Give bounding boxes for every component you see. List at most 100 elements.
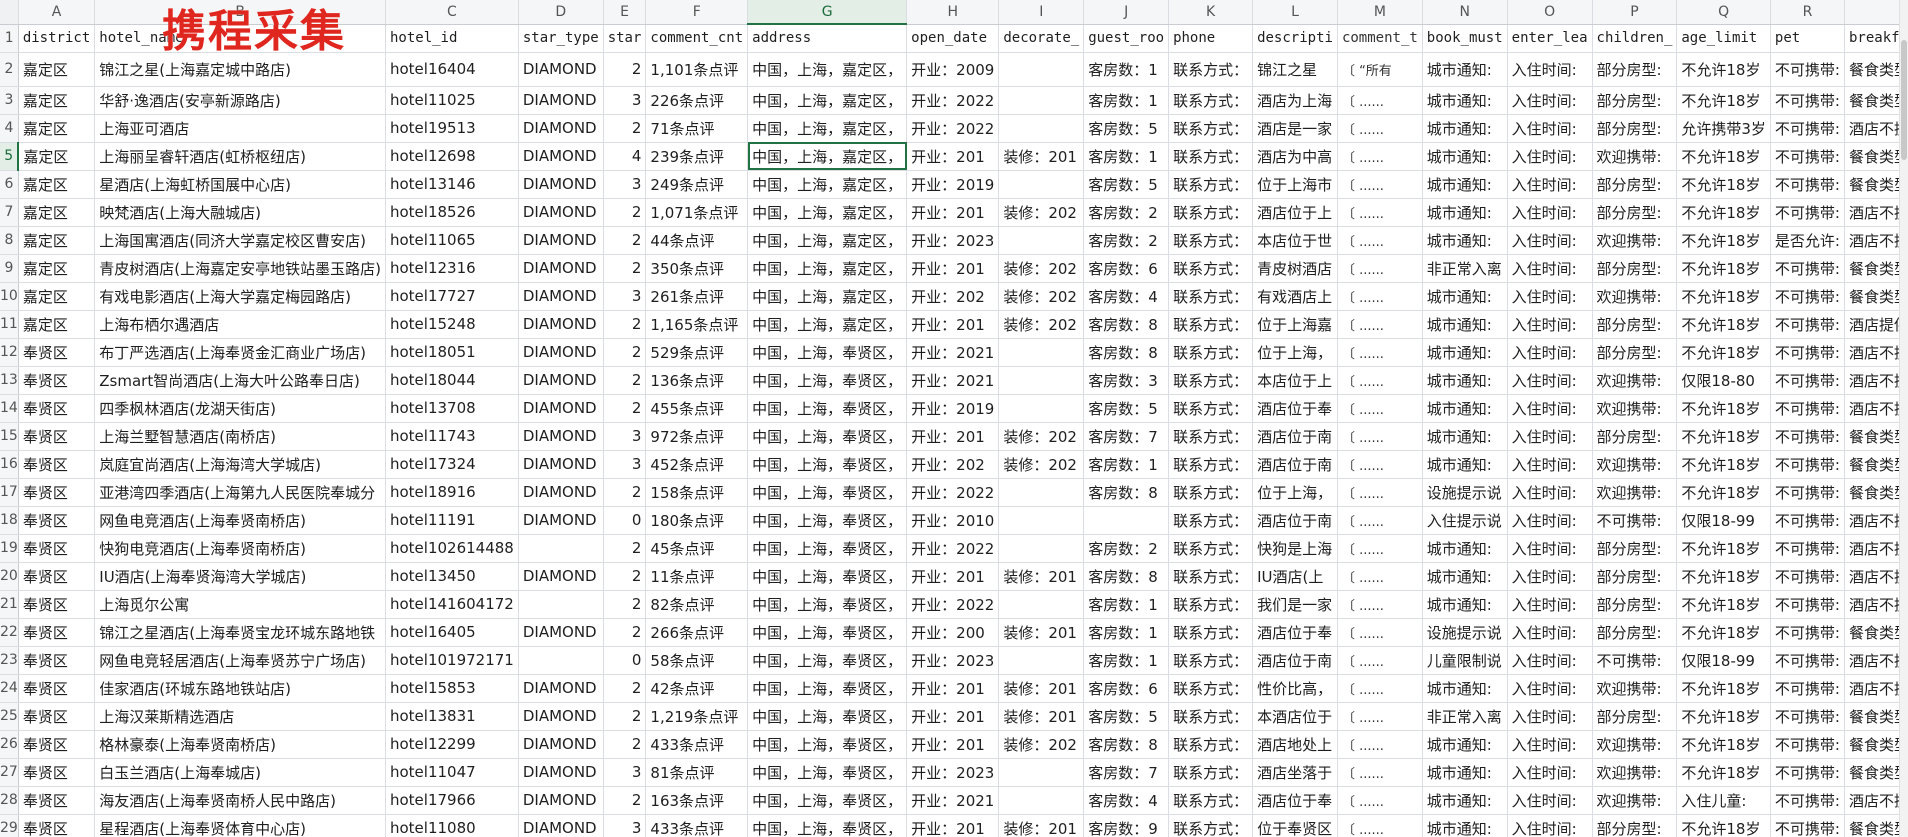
cell-O19[interactable]: 入住时间: xyxy=(1507,534,1593,563)
cell-P16[interactable]: 欢迎携带: xyxy=(1592,450,1678,479)
cell-H22[interactable]: 开业：200 xyxy=(906,618,1000,647)
cell-F12[interactable]: 529条点评 xyxy=(645,338,749,367)
cell-N10[interactable]: 城市通知: xyxy=(1422,282,1508,311)
cell-E26[interactable]: 2 xyxy=(603,730,647,759)
cell-B22[interactable]: 锦江之星酒店(上海奉贤宝龙环城东路地铁 xyxy=(94,618,386,647)
cell-A5[interactable]: 嘉定区 xyxy=(18,142,96,171)
cell-L15[interactable]: 酒店位于南 xyxy=(1252,422,1338,451)
cell-G9[interactable]: 中国，上海，嘉定区， xyxy=(747,254,908,283)
cell-N27[interactable]: 城市通知: xyxy=(1422,758,1508,787)
cell-B2[interactable]: 锦江之星(上海嘉定城中路店) xyxy=(94,52,386,87)
cell-O17[interactable]: 入住时间: xyxy=(1507,478,1593,507)
cell-O1[interactable]: enter_lea xyxy=(1507,24,1593,53)
cell-O15[interactable]: 入住时间: xyxy=(1507,422,1593,451)
cell-H7[interactable]: 开业：201 xyxy=(906,198,1000,227)
cell-A24[interactable]: 奉贤区 xyxy=(18,674,96,703)
cell-L1[interactable]: descripti xyxy=(1252,24,1338,53)
cell-B14[interactable]: 四季枫林酒店(龙湖天街店) xyxy=(94,394,386,423)
cell-I24[interactable]: 装修：201 xyxy=(998,674,1085,703)
cell-R1[interactable]: pet xyxy=(1770,24,1845,53)
cell-H11[interactable]: 开业：201 xyxy=(906,310,1000,339)
cell-J16[interactable]: 客房数：1 xyxy=(1083,450,1170,479)
cell-M15[interactable]: 〔 ...... xyxy=(1337,422,1423,451)
cell-K24[interactable]: 联系方式： xyxy=(1168,674,1254,703)
cell-R19[interactable]: 不可携带: xyxy=(1770,534,1845,563)
cell-Q21[interactable]: 不允许18岁 xyxy=(1676,590,1771,619)
select-all-corner[interactable] xyxy=(0,0,19,25)
column-header-N[interactable]: N xyxy=(1422,0,1508,25)
cell-O23[interactable]: 入住时间: xyxy=(1507,646,1593,675)
cell-C14[interactable]: hotel13708 xyxy=(385,394,519,423)
cell-O6[interactable]: 入住时间: xyxy=(1507,170,1593,199)
cell-Q28[interactable]: 入住儿童: xyxy=(1676,786,1771,815)
cell-G10[interactable]: 中国，上海，嘉定区， xyxy=(747,282,908,311)
cell-P24[interactable]: 欢迎携带: xyxy=(1592,674,1678,703)
cell-E11[interactable]: 2 xyxy=(603,310,647,339)
cell-L2[interactable]: 锦江之星 xyxy=(1252,52,1338,87)
cell-N25[interactable]: 非正常入离 xyxy=(1422,702,1508,731)
cell-Q10[interactable]: 不允许18岁 xyxy=(1676,282,1771,311)
cell-R29[interactable]: 不可携带: xyxy=(1770,814,1845,837)
cell-H4[interactable]: 开业：2022 xyxy=(906,114,1000,143)
row-header[interactable]: 8 xyxy=(0,226,19,255)
cell-D8[interactable]: DIAMOND xyxy=(518,226,604,255)
cell-L16[interactable]: 酒店位于南 xyxy=(1252,450,1338,479)
cell-Q14[interactable]: 不允许18岁 xyxy=(1676,394,1771,423)
cell-G2[interactable]: 中国，上海，嘉定区， xyxy=(747,52,908,87)
cell-D22[interactable]: DIAMOND xyxy=(518,618,604,647)
cell-M4[interactable]: 〔 ...... xyxy=(1337,114,1423,143)
cell-K12[interactable]: 联系方式： xyxy=(1168,338,1254,367)
cell-R17[interactable]: 不可携带: xyxy=(1770,478,1845,507)
cell-G28[interactable]: 中国，上海，奉贤区， xyxy=(747,786,908,815)
cell-N17[interactable]: 设施提示说 xyxy=(1422,478,1508,507)
cell-M8[interactable]: 〔 ...... xyxy=(1337,226,1423,255)
cell-E22[interactable]: 2 xyxy=(603,618,647,647)
cell-D17[interactable]: DIAMOND xyxy=(518,478,604,507)
cell-D28[interactable]: DIAMOND xyxy=(518,786,604,815)
cell-G14[interactable]: 中国，上海，奉贤区， xyxy=(747,394,908,423)
cell-K6[interactable]: 联系方式： xyxy=(1168,170,1254,199)
cell-K16[interactable]: 联系方式： xyxy=(1168,450,1254,479)
cell-A3[interactable]: 嘉定区 xyxy=(18,86,96,115)
cell-L13[interactable]: 本店位于上 xyxy=(1252,366,1338,395)
cell-M14[interactable]: 〔 ...... xyxy=(1337,394,1423,423)
cell-K29[interactable]: 联系方式： xyxy=(1168,814,1254,837)
cell-M7[interactable]: 〔 ...... xyxy=(1337,198,1423,227)
cell-F16[interactable]: 452条点评 xyxy=(645,450,749,479)
cell-O5[interactable]: 入住时间: xyxy=(1507,142,1593,171)
cell-D16[interactable]: DIAMOND xyxy=(518,450,604,479)
cell-D1[interactable]: star_type xyxy=(518,24,604,53)
cell-R26[interactable]: 不可携带: xyxy=(1770,730,1845,759)
cell-Q11[interactable]: 不允许18岁 xyxy=(1676,310,1771,339)
cell-J7[interactable]: 客房数：2 xyxy=(1083,198,1170,227)
cell-C23[interactable]: hotel101972171 xyxy=(385,646,519,675)
cell-H18[interactable]: 开业：2010 xyxy=(906,506,1000,535)
cell-C6[interactable]: hotel13146 xyxy=(385,170,519,199)
cell-J24[interactable]: 客房数：6 xyxy=(1083,674,1170,703)
cell-O25[interactable]: 入住时间: xyxy=(1507,702,1593,731)
cell-N15[interactable]: 城市通知: xyxy=(1422,422,1508,451)
cell-N16[interactable]: 城市通知: xyxy=(1422,450,1508,479)
cell-M22[interactable]: 〔 ...... xyxy=(1337,618,1423,647)
cell-E7[interactable]: 2 xyxy=(603,198,647,227)
cell-I17[interactable] xyxy=(998,478,1085,507)
cell-J3[interactable]: 客房数：1 xyxy=(1083,86,1170,115)
cell-N1[interactable]: book_must xyxy=(1422,24,1508,53)
cell-H21[interactable]: 开业：2022 xyxy=(906,590,1000,619)
cell-B10[interactable]: 有戏电影酒店(上海大学嘉定梅园路店) xyxy=(94,282,386,311)
cell-K22[interactable]: 联系方式： xyxy=(1168,618,1254,647)
cell-C7[interactable]: hotel18526 xyxy=(385,198,519,227)
cell-N13[interactable]: 城市通知: xyxy=(1422,366,1508,395)
cell-K27[interactable]: 联系方式： xyxy=(1168,758,1254,787)
cell-B19[interactable]: 快狗电竞酒店(上海奉贤南桥店) xyxy=(94,534,386,563)
cell-F10[interactable]: 261条点评 xyxy=(645,282,749,311)
cell-B5[interactable]: 上海丽呈睿轩酒店(虹桥枢纽店) xyxy=(94,142,386,171)
cell-Q29[interactable]: 不允许18岁 xyxy=(1676,814,1771,837)
cell-M9[interactable]: 〔 ...... xyxy=(1337,254,1423,283)
cell-G20[interactable]: 中国，上海，奉贤区， xyxy=(747,562,908,591)
cell-B26[interactable]: 格林豪泰(上海奉贤南桥店) xyxy=(94,730,386,759)
cell-K25[interactable]: 联系方式： xyxy=(1168,702,1254,731)
cell-M18[interactable]: 〔 ...... xyxy=(1337,506,1423,535)
cell-C5[interactable]: hotel12698 xyxy=(385,142,519,171)
cell-E5[interactable]: 4 xyxy=(603,142,647,171)
